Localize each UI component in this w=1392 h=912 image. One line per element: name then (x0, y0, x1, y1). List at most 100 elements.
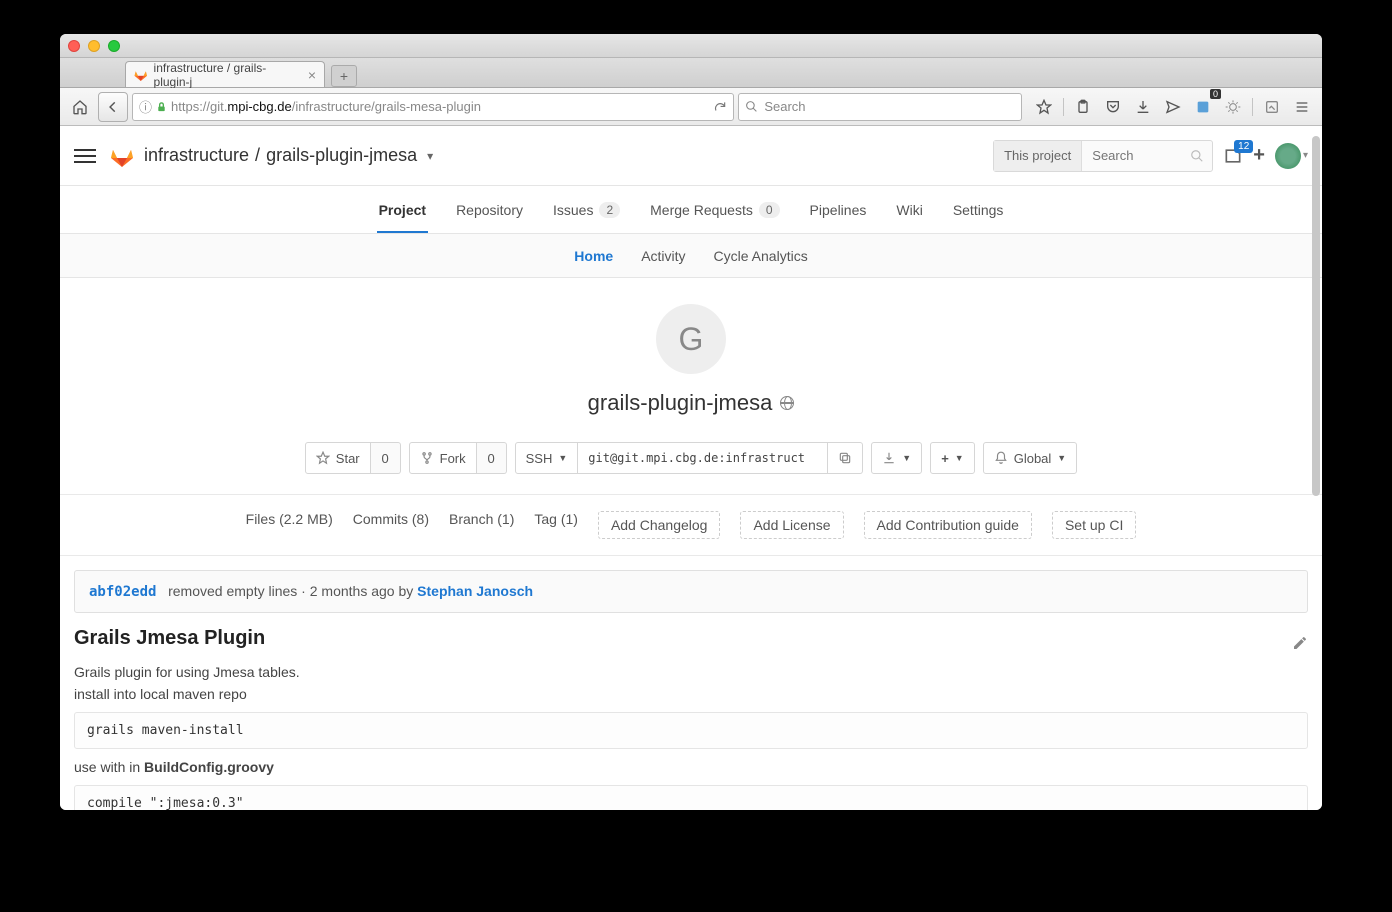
info-icon: ⓘ (139, 97, 152, 116)
gitlab-favicon-icon (134, 68, 148, 82)
todos-count: 12 (1234, 140, 1253, 153)
stat-tag[interactable]: Tag (1) (534, 511, 578, 539)
nav-repository[interactable]: Repository (454, 186, 525, 233)
gitlab-header: infrastructure / grails-plugin-jmesa ▾ T… (60, 126, 1322, 186)
notification-dropdown[interactable]: Global ▼ (983, 442, 1078, 474)
add-dropdown[interactable]: + ▼ (930, 442, 975, 474)
scrollbar[interactable] (1310, 132, 1320, 804)
browser-search[interactable]: Search (738, 93, 1022, 121)
tab-title: infrastructure / grails-plugin-j (154, 61, 300, 89)
bookmark-star-icon[interactable] (1030, 93, 1058, 121)
browser-toolbar: ⓘ https://git.mpi-cbg.de/infrastructure/… (60, 88, 1322, 126)
pocket-icon[interactable] (1099, 93, 1127, 121)
search-icon (745, 100, 758, 113)
stat-files[interactable]: Files (2.2 MB) (246, 511, 333, 539)
back-button[interactable] (98, 92, 128, 122)
breadcrumb-separator: / (255, 145, 260, 166)
send-icon[interactable] (1159, 93, 1187, 121)
user-menu[interactable]: ▾ (1275, 143, 1308, 169)
nav-project[interactable]: Project (377, 186, 428, 233)
nav-settings[interactable]: Settings (951, 186, 1006, 233)
traffic-lights (68, 40, 120, 52)
page-content: infrastructure / grails-plugin-jmesa ▾ T… (60, 126, 1322, 810)
fork-button-group: Fork 0 (409, 442, 507, 474)
new-tab-button[interactable]: + (331, 65, 357, 87)
project-hero: G grails-plugin-jmesa (60, 278, 1322, 434)
browser-tab[interactable]: infrastructure / grails-plugin-j × (125, 61, 325, 87)
commit-author[interactable]: Stephan Janosch (417, 583, 533, 599)
url-bar[interactable]: ⓘ https://git.mpi-cbg.de/infrastructure/… (132, 93, 734, 121)
download-icon (882, 451, 896, 465)
breadcrumb-group[interactable]: infrastructure (144, 145, 249, 166)
search-scope-label[interactable]: This project (994, 141, 1082, 171)
home-icon[interactable] (66, 93, 94, 121)
fork-button[interactable]: Fork (409, 442, 477, 474)
commit-message: removed empty lines (168, 583, 297, 599)
add-contribution-button[interactable]: Add Contribution guide (864, 511, 1032, 539)
project-search: This project (993, 140, 1213, 172)
readme-p3: use with in BuildConfig.groovy (74, 759, 1308, 775)
visibility-public-icon (780, 396, 794, 410)
star-icon (316, 451, 330, 465)
commit-time: 2 months ago (310, 583, 395, 599)
clone-url-input[interactable]: git@git.mpi.cbg.de:infrastruct (578, 442, 828, 474)
protocol-dropdown[interactable]: SSH ▼ (515, 442, 579, 474)
copy-url-button[interactable] (828, 442, 863, 474)
download-icon[interactable] (1129, 93, 1157, 121)
todos-icon[interactable]: 12 (1223, 146, 1243, 166)
subnav-home[interactable]: Home (574, 248, 613, 264)
star-count: 0 (371, 442, 401, 474)
zoom-window-button[interactable] (108, 40, 120, 52)
toolbar-icons (1030, 93, 1316, 121)
nav-issues[interactable]: Issues2 (551, 186, 622, 233)
sidebar-toggle-icon[interactable] (74, 149, 96, 163)
readme-p1: Grails plugin for using Jmesa tables. (74, 664, 1308, 680)
project-nav: Project Repository Issues2 Merge Request… (60, 186, 1322, 234)
add-license-button[interactable]: Add License (740, 511, 843, 539)
close-tab-icon[interactable]: × (308, 67, 316, 83)
add-changelog-button[interactable]: Add Changelog (598, 511, 721, 539)
project-title: grails-plugin-jmesa (588, 390, 795, 416)
separator (1252, 98, 1253, 116)
subnav-cycle[interactable]: Cycle Analytics (714, 248, 808, 264)
setup-ci-button[interactable]: Set up CI (1052, 511, 1136, 539)
commit-sha[interactable]: abf02edd (89, 584, 156, 600)
breadcrumb-project[interactable]: grails-plugin-jmesa (266, 145, 417, 166)
last-commit: abf02edd removed empty lines · 2 months … (74, 570, 1308, 613)
stat-branch[interactable]: Branch (1) (449, 511, 514, 539)
lock-icon (156, 101, 167, 113)
breadcrumb: infrastructure / grails-plugin-jmesa ▾ (144, 145, 433, 166)
search-placeholder: Search (764, 99, 805, 114)
new-menu-icon[interactable]: + (1253, 144, 1265, 167)
clone-group: SSH ▼ git@git.mpi.cbg.de:infrastruct (515, 442, 864, 474)
minimize-window-button[interactable] (88, 40, 100, 52)
edit-readme-icon[interactable] (1292, 635, 1308, 651)
extension-icon[interactable] (1189, 93, 1217, 121)
nav-pipelines[interactable]: Pipelines (808, 186, 869, 233)
scroll-thumb[interactable] (1312, 136, 1320, 496)
extension-bug-icon[interactable] (1219, 93, 1247, 121)
separator (1063, 98, 1064, 116)
readme-title: Grails Jmesa Plugin (74, 627, 265, 650)
download-dropdown[interactable]: ▼ (871, 442, 922, 474)
readme-code-2: compile ":jmesa:0.3" (74, 785, 1308, 810)
browser-window: infrastructure / grails-plugin-j × + ⓘ h… (60, 34, 1322, 810)
reload-icon[interactable] (713, 100, 727, 114)
fork-icon (420, 451, 434, 465)
subnav-activity[interactable]: Activity (641, 248, 685, 264)
clipboard-icon[interactable] (1069, 93, 1097, 121)
nav-wiki[interactable]: Wiki (894, 186, 924, 233)
hamburger-menu-icon[interactable] (1288, 93, 1316, 121)
readme-code-1: grails maven-install (74, 712, 1308, 749)
nav-merge-requests[interactable]: Merge Requests0 (648, 186, 781, 233)
gitlab-logo-icon[interactable] (110, 144, 134, 168)
edit-icon[interactable] (1258, 93, 1286, 121)
project-subnav: Home Activity Cycle Analytics (60, 234, 1322, 278)
chevron-down-icon[interactable]: ▾ (427, 149, 433, 163)
close-window-button[interactable] (68, 40, 80, 52)
fork-count: 0 (477, 442, 507, 474)
search-icon (1190, 149, 1204, 163)
stat-commits[interactable]: Commits (8) (353, 511, 429, 539)
star-button[interactable]: Star (305, 442, 371, 474)
url-text: https://git.mpi-cbg.de/infrastructure/gr… (171, 99, 481, 114)
